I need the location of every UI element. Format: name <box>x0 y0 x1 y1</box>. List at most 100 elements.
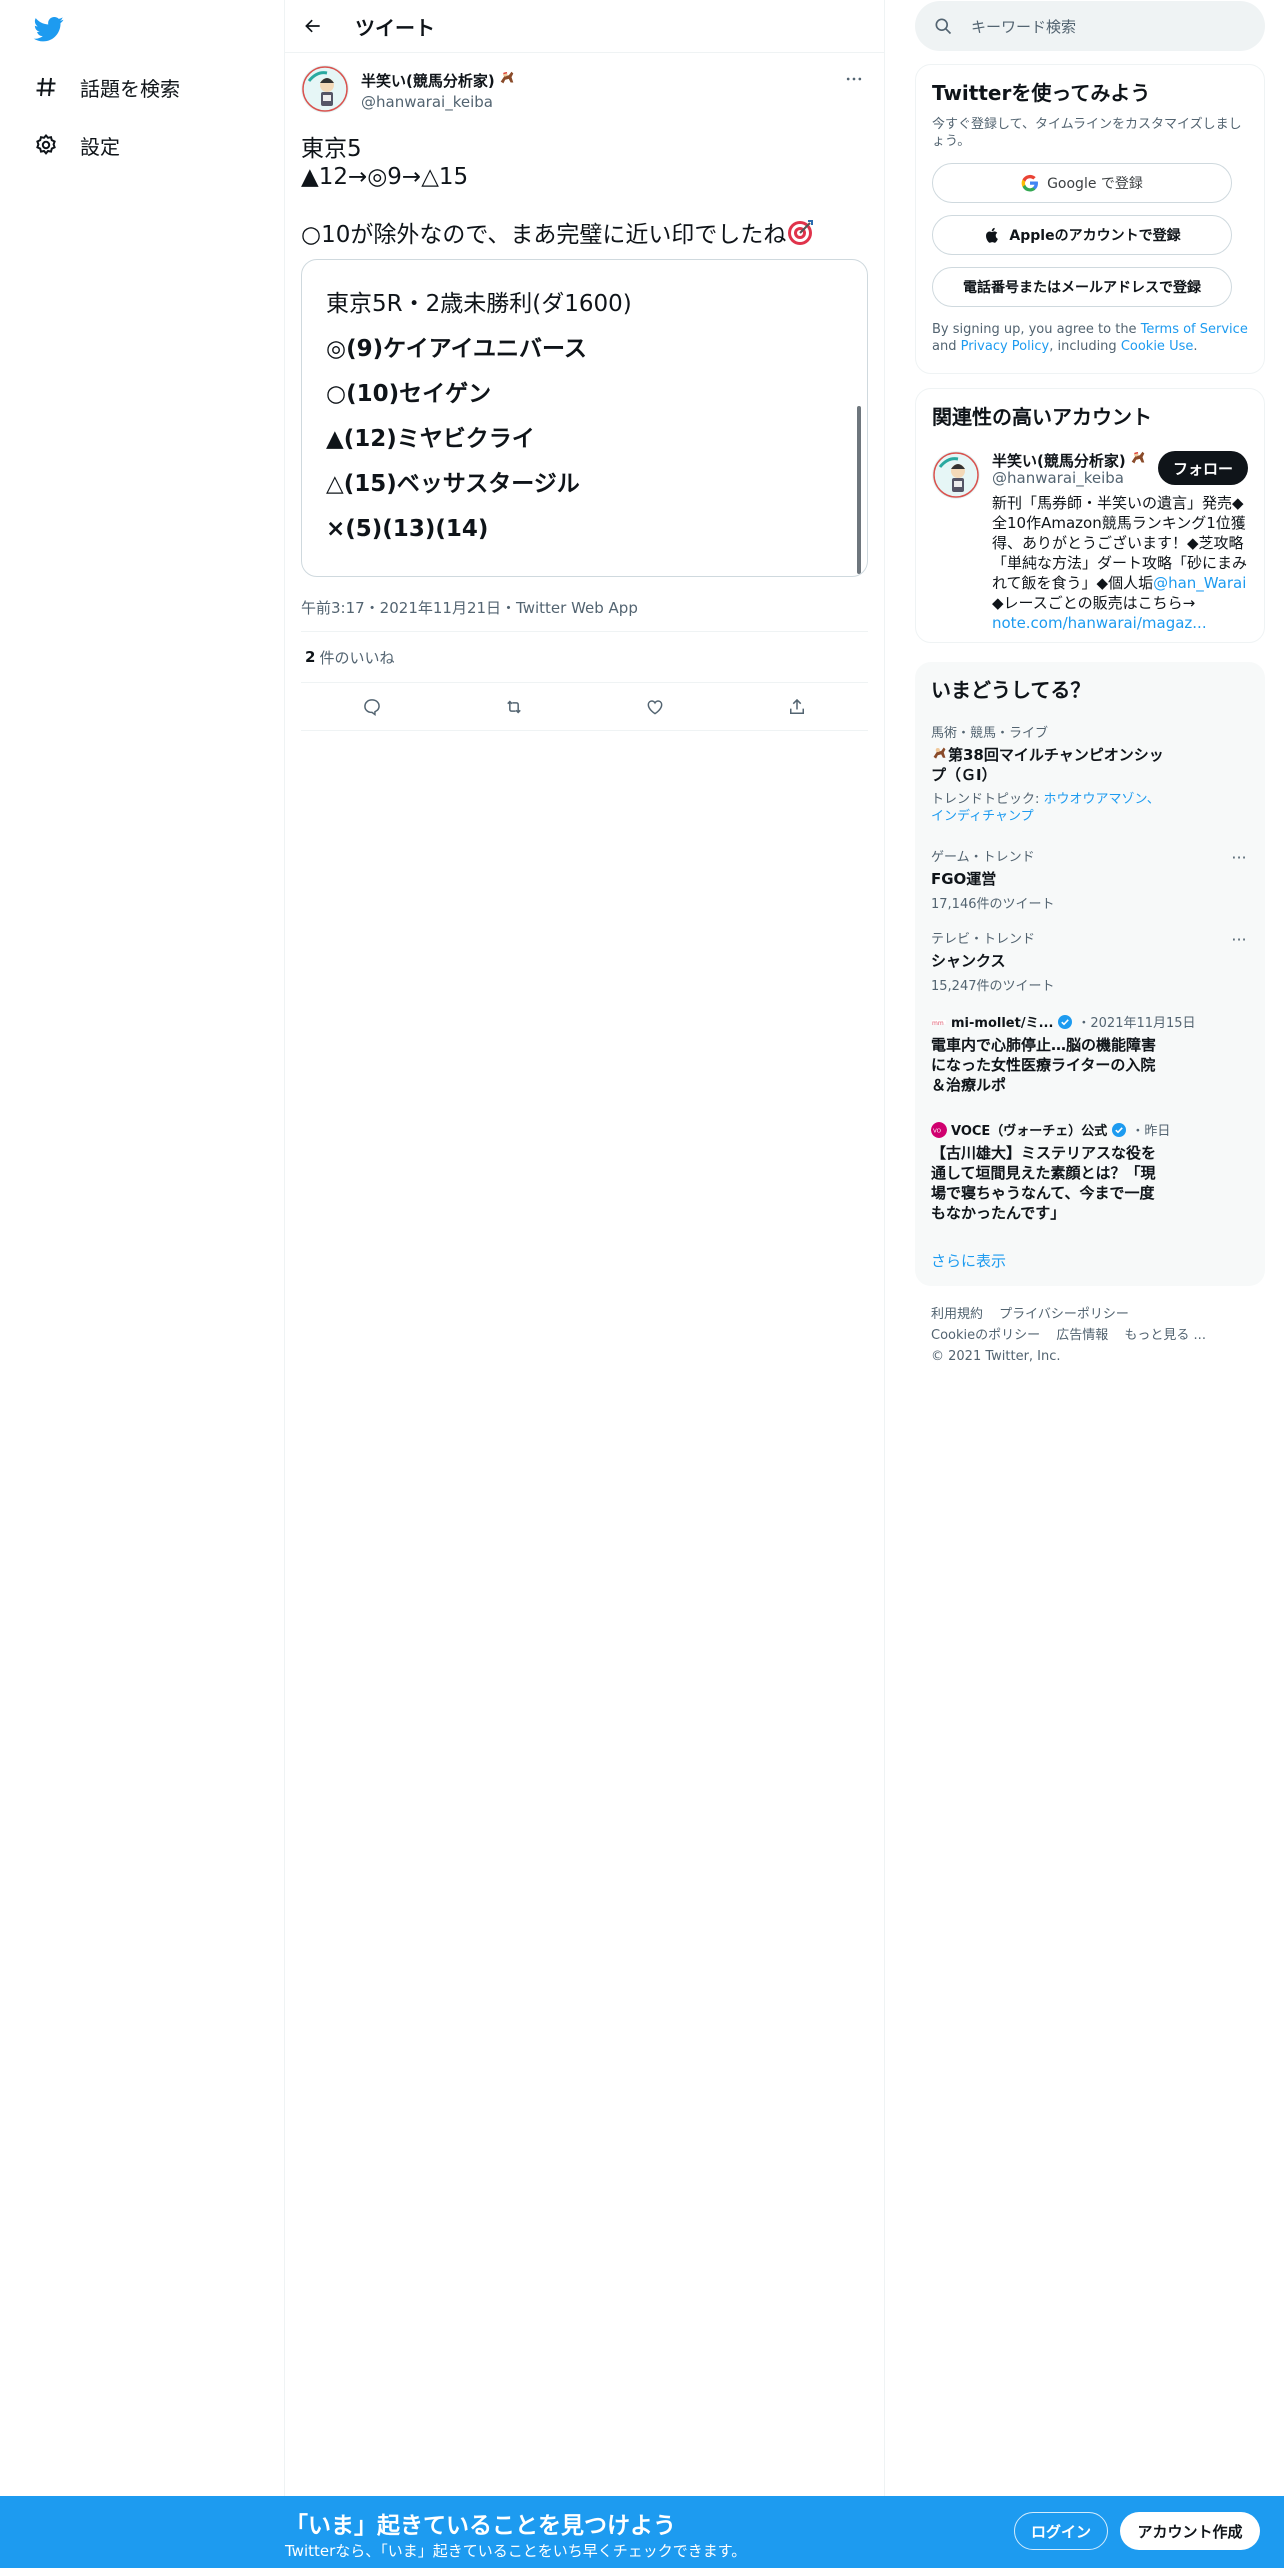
apple-signup-button[interactable]: Appleのアカウントで登録 <box>932 215 1232 255</box>
trend-name: 第38回マイルチャンピオンシップ（ＧⅠ） <box>931 745 1171 785</box>
trend-topic-prefix: トレンドトピック: <box>931 792 1044 807</box>
search-icon <box>933 16 953 36</box>
tweet-actions <box>301 683 868 731</box>
reply-icon[interactable] <box>353 688 391 726</box>
nav-settings[interactable]: 設定 <box>32 125 120 165</box>
cookie-use-link[interactable]: Cookie Use <box>1121 339 1194 354</box>
card-line-batsu: ×(5)(13)(14) <box>326 516 489 542</box>
card-line-honmei: ◎(9)ケイアイユニバース <box>326 336 587 362</box>
signup-terms: By signing up, you agree to the Terms of… <box>932 321 1250 355</box>
likes-label: 件のいいね <box>319 648 395 667</box>
search-bar[interactable]: キーワード検索 <box>915 1 1265 51</box>
card-line-race: 東京5R・2歳未勝利(ダ1600) <box>326 291 632 317</box>
author-handle[interactable]: @hanwarai_keiba <box>361 93 516 111</box>
footer-link[interactable]: Cookieのポリシー <box>931 1328 1040 1343</box>
news-source: VO VOCE（ヴォーチェ）公式 ・昨日 <box>931 1120 1231 1139</box>
signup-panel: Twitterを使ってみよう 今すぐ登録して、タイムラインをカスタマイズしましょ… <box>915 64 1265 374</box>
author-avatar[interactable] <box>301 65 349 113</box>
related-avatar[interactable] <box>932 451 980 499</box>
apple-signup-label: Appleのアカウントで登録 <box>1009 228 1181 244</box>
horse-emoji-icon <box>498 69 516 91</box>
back-arrow-icon[interactable] <box>295 8 331 44</box>
nav-settings-label: 設定 <box>80 134 120 159</box>
show-more-link[interactable]: さらに表示 <box>931 1250 1006 1271</box>
more-options-icon[interactable] <box>840 65 868 93</box>
news-source-name: mi-mollet/ミ... <box>951 1016 1054 1031</box>
header: ツイート <box>285 0 884 53</box>
likes-row[interactable]: 2 件のいいね <box>301 631 868 683</box>
nav-explore[interactable]: 話題を検索 <box>32 67 180 107</box>
trend-more-icon[interactable]: ··· <box>1227 848 1251 868</box>
footer: 利用規約 プライバシーポリシー Cookieのポリシー 広告情報 もっと見る .… <box>931 1304 1261 1367</box>
trend-count: 17,146件のツイート <box>931 897 1055 912</box>
news-item[interactable]: mm mi-mollet/ミ... ・2021年11月15日 電車内で心肺停止…… <box>931 1012 1231 1095</box>
login-button[interactable]: ログイン <box>1014 2512 1108 2550</box>
card-text-block: 東京5R・2歳未勝利(ダ1600) ◎(9)ケイアイユニバース ○(10)セイゲ… <box>302 260 867 552</box>
svg-text:mm: mm <box>932 1020 944 1027</box>
trend-category: 馬術・競馬・ライブ <box>931 726 1049 741</box>
author-name-row[interactable]: 半笑い(競馬分析家) <box>361 69 516 91</box>
svg-text:VO: VO <box>933 1128 942 1134</box>
bio-mention-link[interactable]: @han_Warai <box>1153 574 1246 592</box>
tweet-text-line2: ▲12→◎9→△15 <box>301 164 469 190</box>
google-signup-button[interactable]: Google で登録 <box>932 163 1232 203</box>
trend-name: シャンクス <box>931 952 1006 970</box>
related-bio-tail: ◆レースごとの販売はこちら→ <box>992 594 1196 612</box>
author-names: 半笑い(競馬分析家) @hanwarai_keiba <box>361 69 516 111</box>
footer-link[interactable]: 利用規約 <box>931 1307 983 1322</box>
author-name: 半笑い(競馬分析家) <box>361 71 495 90</box>
news-source: mm mi-mollet/ミ... ・2021年11月15日 <box>931 1012 1231 1031</box>
news-headline: 電車内で心肺停止…脳の機能障害になった女性医療ライターの入院＆治療ルポ <box>931 1036 1157 1094</box>
twitter-logo-icon[interactable] <box>32 14 66 44</box>
tweet-header: 半笑い(競馬分析家) @hanwarai_keiba <box>301 65 868 121</box>
nav-explore-label: 話題を検索 <box>80 76 180 101</box>
bio-note-link[interactable]: note.com/hanwarai/magaz... <box>992 614 1207 632</box>
attached-image-card[interactable]: 東京5R・2歳未勝利(ダ1600) ◎(9)ケイアイユニバース ○(10)セイゲ… <box>301 259 868 577</box>
tweet-timestamp[interactable]: 午前3:17・2021年11月21日・Twitter Web App <box>301 597 868 617</box>
tweet-text: 東京5 ▲12→◎9→△15 ○10が除外なので、まあ完璧に近い印でしたね <box>301 135 868 249</box>
bottom-signup-bar: 「いま」起きていることを見つけよう Twitterなら、「いま」起きていることを… <box>0 2496 1284 2568</box>
signup-title: Twitterを使ってみよう <box>932 81 1151 105</box>
trend-item[interactable]: ゲーム・トレンド FGO運営 17,146件のツイート <box>931 846 1231 912</box>
gear-icon <box>32 131 60 159</box>
card-line-tanana: ▲(12)ミヤビクライ <box>326 426 535 452</box>
phone-email-signup-button[interactable]: 電話番号またはメールアドレスで登録 <box>932 267 1232 307</box>
news-date: ・昨日 <box>1131 1124 1171 1139</box>
terms-of-service-link[interactable]: Terms of Service <box>1141 322 1248 337</box>
news-headline: 【古川雄大】ミステリアスな役を通して垣間見えた素顔とは？「現場で寝ちゃうなんて、… <box>931 1144 1157 1222</box>
related-handle[interactable]: @hanwarai_keiba <box>992 469 1124 487</box>
create-account-button[interactable]: アカウント作成 <box>1120 2512 1260 2550</box>
trend-item[interactable]: テレビ・トレンド シャンクス 15,247件のツイート <box>931 928 1231 994</box>
trend-more-icon[interactable]: ··· <box>1227 930 1251 950</box>
search-input[interactable]: キーワード検索 <box>971 16 1076 37</box>
bottom-bar-title: 「いま」起きていることを見つけよう <box>285 2513 676 2539</box>
card-scrollbar[interactable] <box>857 406 861 574</box>
retweet-icon[interactable] <box>495 688 533 726</box>
voce-logo-icon: VO <box>931 1121 947 1138</box>
related-bio: 新刊「馬券師・半笑いの遺言」発売◆全10作Amazon競馬ランキング1位獲得、あ… <box>992 493 1252 633</box>
related-name-row[interactable]: 半笑い(競馬分析家) <box>992 449 1147 471</box>
related-accounts-panel: 関連性の高いアカウント 半笑い(競馬分析家) @hanwarai_keiba フ… <box>915 388 1265 643</box>
left-sidebar: 話題を検索 設定 <box>0 0 285 2496</box>
google-signup-label: Google で登録 <box>1047 176 1143 192</box>
trend-item[interactable]: 馬術・競馬・ライブ 第38回マイルチャンピオンシップ（ＧⅠ） トレンドトピック:… <box>931 722 1231 825</box>
card-line-renka: △(15)ベッサスタージル <box>326 471 580 497</box>
terms-and: and <box>932 339 961 354</box>
trend-category: ゲーム・トレンド <box>931 850 1035 865</box>
related-name: 半笑い(競馬分析家) <box>992 451 1126 470</box>
footer-link[interactable]: 広告情報 <box>1056 1328 1108 1343</box>
footer-row-2: Cookieのポリシー 広告情報 もっと見る ... <box>931 1325 1261 1346</box>
like-heart-icon[interactable] <box>636 688 674 726</box>
footer-link[interactable]: もっと見る ... <box>1124 1328 1206 1343</box>
horse-emoji-icon <box>1129 449 1147 471</box>
share-icon[interactable] <box>778 688 816 726</box>
related-title: 関連性の高いアカウント <box>932 405 1152 429</box>
privacy-policy-link[interactable]: Privacy Policy <box>961 339 1050 354</box>
tweet-text-line3: ○10が除外なので、まあ完璧に近い印でしたね <box>301 222 787 248</box>
news-item[interactable]: VO VOCE（ヴォーチェ）公式 ・昨日 【古川雄大】ミステリアスな役を通して垣… <box>931 1120 1231 1223</box>
follow-button[interactable]: フォロー <box>1158 451 1248 485</box>
news-date: ・2021年11月15日 <box>1077 1016 1196 1031</box>
footer-link[interactable]: プライバシーポリシー <box>999 1307 1129 1322</box>
verified-badge-icon <box>1057 1014 1073 1030</box>
tweet-text-line1: 東京5 <box>301 136 362 162</box>
